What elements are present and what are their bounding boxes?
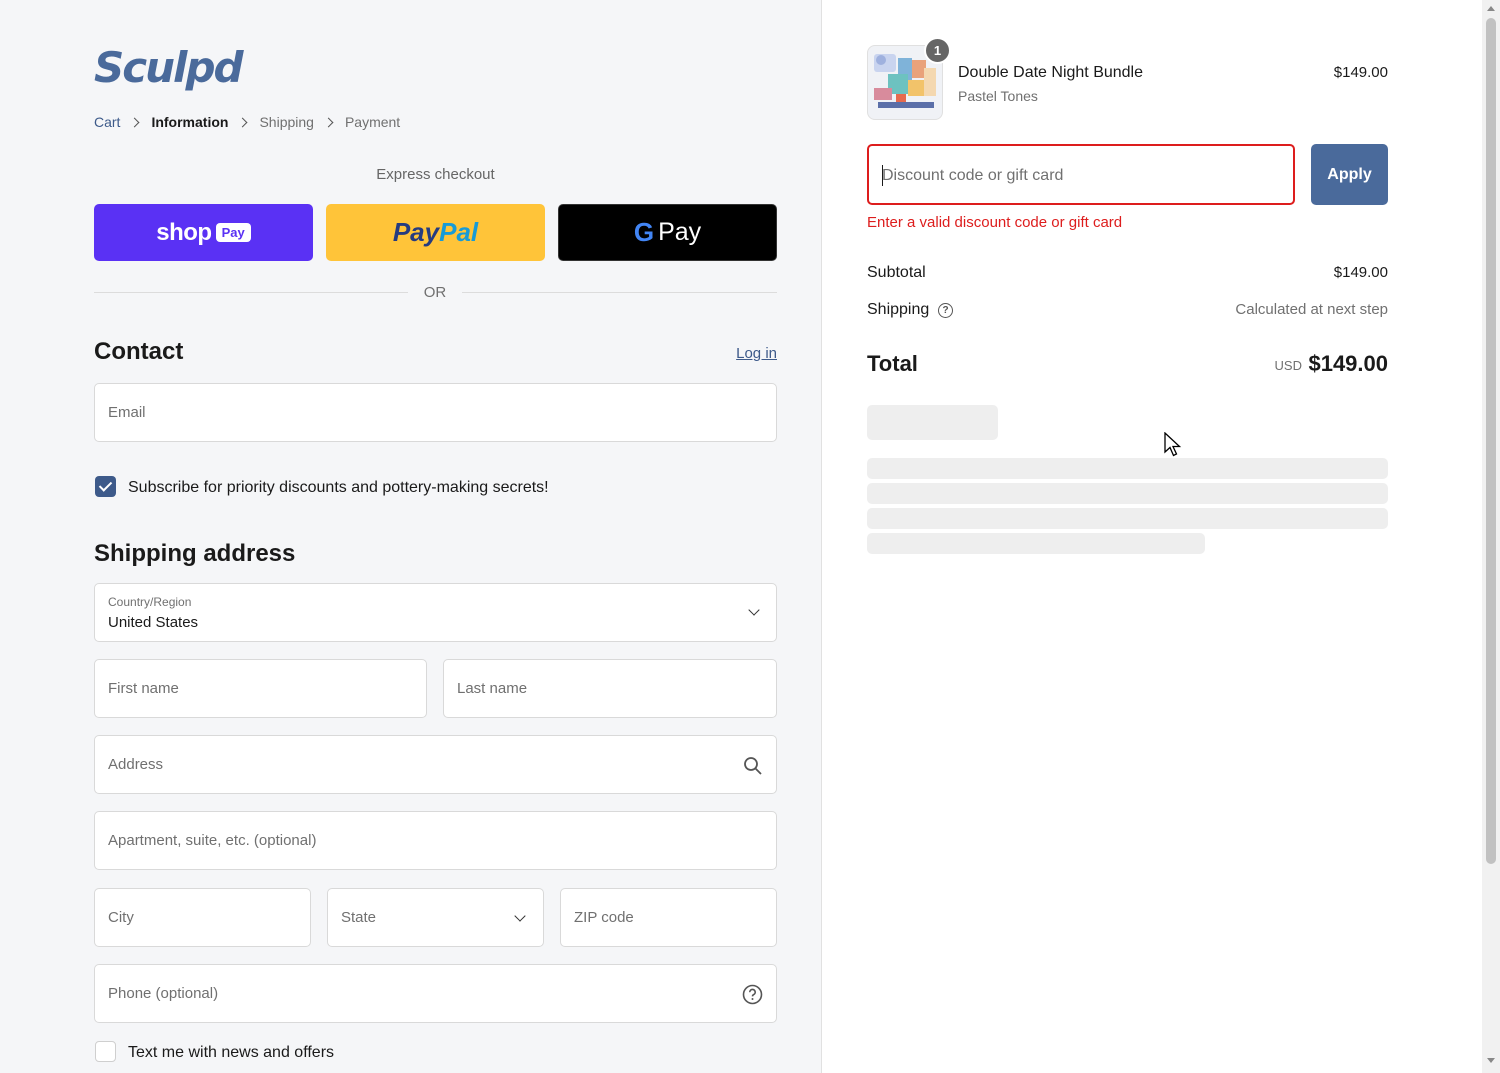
product-name: Double Date Night Bundle [958,64,1144,81]
email-placeholder: Email [108,404,146,421]
state-placeholder: State [341,909,377,926]
shipping-value: Calculated at next step [1235,301,1388,318]
checkout-form-panel: Sculpd Cart Information Shipping Payment… [0,0,822,1073]
breadcrumb-cart[interactable]: Cart [94,114,120,130]
country-select[interactable]: Country/Region United States [94,583,777,642]
quantity-badge: 1 [924,37,951,64]
discount-code-input[interactable]: Discount code or gift card [867,144,1295,205]
or-divider-text: OR [423,284,447,301]
zip-placeholder: ZIP code [574,909,634,926]
loading-skeleton-heading [867,405,998,440]
subtotal-value: $149.00 [1333,264,1388,281]
apartment-placeholder: Apartment, suite, etc. (optional) [108,832,317,849]
apply-discount-button[interactable]: Apply [1311,144,1388,205]
shop-pay-button[interactable]: shop Pay [94,204,313,261]
zip-field[interactable]: ZIP code [560,888,777,947]
scrollbar-thumb[interactable] [1486,18,1496,864]
express-checkout-label: Express checkout [376,166,495,183]
chevron-right-icon [323,117,334,127]
product-variant: Pastel Tones [958,88,1038,104]
subscribe-label: Subscribe for priority discounts and pot… [128,479,549,496]
shipping-help-icon[interactable]: ? [938,303,953,318]
scroll-down-arrow-icon[interactable] [1487,1058,1495,1063]
phone-field[interactable]: Phone (optional) [94,964,777,1023]
city-field[interactable]: City [94,888,311,947]
subscribe-checkbox[interactable] [95,476,116,497]
loading-skeleton-line [867,533,1205,554]
log-in-link[interactable]: Log in [700,345,777,362]
page-scrollbar[interactable] [1482,0,1500,1073]
discount-placeholder: Discount code or gift card [882,167,1064,184]
discount-error-message: Enter a valid discount code or gift card [867,214,1123,231]
apartment-field[interactable]: Apartment, suite, etc. (optional) [94,811,777,870]
brand-logo-text: Sculpd [94,43,244,92]
paypal-wordmark: PayPal [392,217,479,247]
address-placeholder: Address [108,756,164,773]
chevron-right-icon [130,117,140,127]
last-name-placeholder: Last name [457,680,528,697]
shop-pay-chip: Pay [215,223,251,242]
breadcrumb-information: Information [151,114,229,130]
text-caret [882,165,883,186]
loading-skeleton-line [867,458,1388,479]
loading-skeleton-line [867,508,1388,529]
scroll-up-arrow-icon[interactable] [1487,6,1495,11]
chevron-down-icon [748,604,760,616]
contact-title: Contact [94,338,184,365]
subtotal-label: Subtotal [867,264,926,281]
text-offers-label: Text me with news and offers [128,1044,335,1061]
phone-placeholder: Phone (optional) [108,985,219,1002]
mouse-pointer-icon [1164,432,1182,457]
address-field[interactable]: Address [94,735,777,794]
shipping-label: Shipping [867,301,930,318]
text-offers-checkbox[interactable] [95,1041,116,1062]
email-field[interactable]: Email [94,383,777,442]
search-icon [744,757,762,775]
country-label: Country/Region [108,595,192,609]
google-g-icon: G [633,217,655,247]
country-value: United States [108,614,199,631]
help-icon[interactable] [742,984,763,1005]
chevron-down-icon [514,910,526,922]
total-label: Total [867,351,918,376]
breadcrumb: Cart Information Shipping Payment [94,114,400,130]
divider-right [462,292,777,293]
paypal-button[interactable]: PayPal [326,204,545,261]
brand-logo[interactable]: Sculpd [94,44,244,92]
breadcrumb-shipping: Shipping [259,114,314,130]
total-value: $149.00 [1308,351,1388,376]
state-select[interactable]: State [327,888,544,947]
first-name-field[interactable]: First name [94,659,427,718]
divider-left [94,292,408,293]
breadcrumb-payment: Payment [344,114,401,130]
shipping-address-title: Shipping address [94,540,296,567]
chevron-right-icon [238,117,248,127]
google-pay-wordmark: Pay [658,218,702,246]
city-placeholder: City [108,909,134,926]
first-name-placeholder: First name [108,680,179,697]
loading-skeleton-line [867,483,1388,504]
google-pay-button[interactable]: G Pay [558,204,777,261]
shop-pay-wordmark: shop [156,218,212,246]
last-name-field[interactable]: Last name [443,659,777,718]
product-price: $149.00 [1333,64,1388,81]
